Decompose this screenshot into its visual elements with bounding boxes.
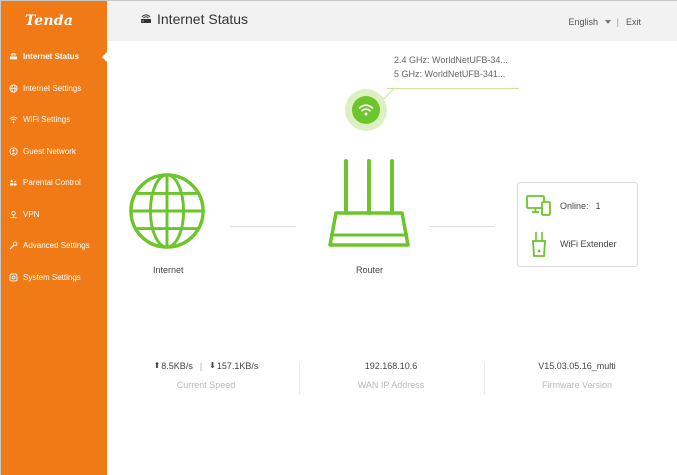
firmware-label: Firmware Version	[541, 380, 613, 390]
sidebar-item-label: VPN	[23, 209, 40, 219]
sidebar-item-system-settings[interactable]: System Settings	[1, 262, 107, 294]
main-content: 2.4 GHz: WorldNetUFB-34... 5 GHz: WorldN…	[107, 41, 677, 475]
title-wrap: Internet Status	[140, 11, 248, 27]
firmware-value: V15.03.05.16_multi	[538, 361, 616, 371]
vpn-icon	[10, 210, 17, 218]
internet-router-connector	[230, 226, 296, 227]
stats-bar: ⬆ 8.5KB/s | ⬇ 157.1KB/s Current Speed 19…	[107, 359, 677, 399]
connected-devices-panel[interactable]: Online: 1 WiFi Extender	[517, 182, 638, 267]
wifi-icon	[9, 116, 18, 124]
ssid-24ghz: 2.4 GHz: WorldNetUFB-34...	[394, 55, 508, 65]
sidebar: Tenda Internet Status Internet Settings …	[1, 1, 108, 475]
internet-status-icon	[9, 53, 18, 60]
sidebar-item-internet-status[interactable]: Internet Status	[1, 41, 108, 73]
sidebar-item-label: Internet Settings	[23, 83, 82, 93]
upload-arrow-icon: ⬆	[153, 361, 161, 370]
sidebar-item-wifi-settings[interactable]: WiFi Settings	[1, 104, 107, 136]
current-speed-label: Current Speed	[176, 380, 236, 390]
sidebar-nav: Internet Status Internet Settings WiFi S…	[1, 41, 108, 294]
page-title: Internet Status	[157, 11, 249, 27]
download-arrow-icon: ⬇	[209, 361, 216, 370]
sidebar-item-label: System Settings	[23, 272, 81, 282]
tenda-logo: Tenda	[25, 13, 74, 29]
wifi-status-button[interactable]	[345, 89, 387, 131]
online-label: Online:	[560, 201, 589, 211]
current-speed-stat: ⬆ 8.5KB/s | ⬇ 157.1KB/s Current Speed	[107, 359, 305, 399]
extender-label: WiFi Extender	[560, 239, 617, 249]
gear-icon	[9, 273, 18, 282]
sidebar-item-internet-settings[interactable]: Internet Settings	[1, 73, 107, 105]
internet-label: Internet	[153, 265, 184, 275]
wan-ip-stat: 192.168.10.6 WAN IP Address	[305, 359, 477, 399]
online-count: 1	[595, 201, 601, 211]
chevron-down-icon	[605, 20, 611, 24]
stats-divider	[484, 363, 485, 395]
ssid-5ghz: 5 GHz: WorldNetUFB-341...	[394, 69, 506, 79]
upload-speed: 8.5KB/s	[161, 361, 193, 371]
wifi-extender-icon	[532, 232, 546, 257]
globe-icon	[9, 84, 18, 93]
firmware-stat: V15.03.05.16_multi Firmware Version	[485, 359, 669, 399]
sidebar-item-guest-network[interactable]: Guest Network	[1, 136, 107, 168]
language-select[interactable]: English	[568, 17, 611, 27]
speed-separator: |	[199, 361, 203, 371]
router-label: Router	[356, 265, 384, 275]
language-value: English	[568, 17, 598, 27]
online-devices-row: Online: 1	[526, 195, 601, 217]
page-header: Internet Status English | Exit	[107, 1, 677, 41]
stats-divider	[299, 363, 300, 395]
wan-ip-value: 192.168.10.6	[364, 361, 418, 371]
download-speed: 157.1KB/s	[216, 361, 259, 371]
router-devices-connector	[429, 226, 495, 227]
sidebar-item-label: WiFi Settings	[23, 115, 71, 125]
devices-icon	[526, 195, 551, 216]
sidebar-item-advanced-settings[interactable]: Advanced Settings	[1, 230, 107, 262]
router-status-icon	[141, 14, 151, 23]
header-separator: |	[616, 17, 619, 27]
exit-link[interactable]: Exit	[626, 17, 641, 27]
parental-icon	[9, 180, 17, 186]
sidebar-item-label: Guest Network	[23, 146, 76, 156]
wifi-icon	[358, 104, 374, 116]
internet-globe-icon[interactable]	[128, 172, 206, 250]
sidebar-item-label: Advanced Settings	[23, 241, 90, 251]
app-window: Tenda Internet Status Internet Settings …	[0, 0, 677, 475]
sidebar-item-label: Parental Control	[23, 178, 81, 188]
sidebar-item-vpn[interactable]: VPN	[1, 199, 107, 231]
sidebar-item-parental-control[interactable]: Parental Control	[1, 167, 107, 199]
wrench-icon	[9, 241, 18, 250]
extender-row: WiFi Extender	[526, 231, 617, 257]
speed-values: ⬆ 8.5KB/s | ⬇ 157.1KB/s	[107, 359, 305, 373]
wan-ip-label: WAN IP Address	[357, 380, 425, 390]
wifi-badge-inner	[352, 96, 380, 124]
router-icon[interactable]	[324, 159, 414, 251]
guest-icon	[9, 147, 18, 156]
ssid-leader-line	[387, 88, 519, 89]
sidebar-item-label: Internet Status	[23, 52, 80, 62]
